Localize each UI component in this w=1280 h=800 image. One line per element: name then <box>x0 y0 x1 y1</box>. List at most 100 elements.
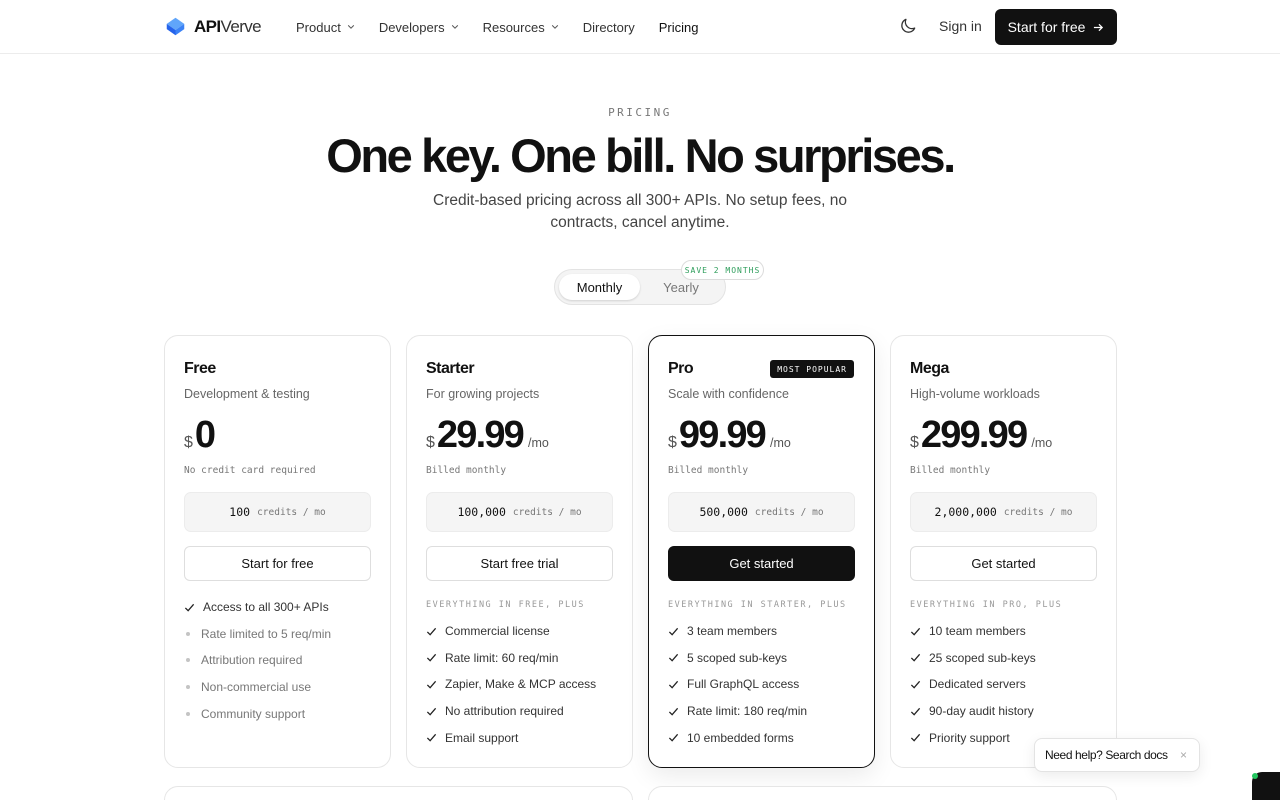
check-icon <box>426 707 437 716</box>
check-icon <box>910 627 921 636</box>
plan-card-mega: Mega High-volume workloads $ 299.99 /mo … <box>890 335 1117 768</box>
nav-item-directory[interactable]: Directory <box>583 20 635 35</box>
logo-icon <box>166 17 185 36</box>
plan-description: Development & testing <box>184 387 310 401</box>
credits-unit: credits / mo <box>512 506 582 518</box>
lower-card-left <box>164 786 633 800</box>
check-icon <box>426 734 437 742</box>
nav-links: Product Developers Resources Directory P… <box>296 0 722 54</box>
arrow-right-icon <box>1094 23 1104 31</box>
currency-symbol: $ <box>184 434 193 451</box>
feature-item: Access to all 300+ APIs <box>184 594 331 621</box>
plan-includes-label: EVERYTHING IN STARTER, PLUS <box>668 600 847 610</box>
plan-name: Pro <box>668 360 694 377</box>
feature-text: 90-day audit history <box>929 704 1034 719</box>
toggle-monthly[interactable]: Monthly <box>559 274 640 300</box>
feature-text: Priority support <box>929 730 1010 745</box>
check-icon <box>668 627 679 636</box>
feature-text: Commercial license <box>445 624 550 639</box>
price: $ 299.99 /mo <box>910 414 1052 457</box>
currency-symbol: $ <box>910 434 919 451</box>
feature-list: Access to all 300+ APIs Rate limited to … <box>184 594 331 727</box>
plan-name: Free <box>184 360 216 377</box>
feature-item: No attribution required <box>426 698 596 725</box>
close-icon[interactable]: × <box>1180 748 1187 762</box>
brand-name-light: Verve <box>220 16 262 36</box>
top-nav: APIVerve Product Developers Resources Di… <box>0 0 1280 54</box>
price-amount: 0 <box>194 414 216 456</box>
brand-name: APIVerve <box>194 16 262 37</box>
check-icon <box>668 734 679 742</box>
feature-text: Zapier, Make & MCP access <box>445 677 597 692</box>
feature-text: No attribution required <box>445 704 564 719</box>
help-search-pill[interactable]: Need help? Search docs × <box>1034 738 1200 772</box>
currency-symbol: $ <box>668 434 677 451</box>
credits-amount: 100,000 <box>457 505 506 519</box>
start-for-free-button[interactable]: Start for free <box>184 546 371 581</box>
start-free-trial-button[interactable]: Start free trial <box>426 546 613 581</box>
check-icon <box>668 680 679 689</box>
sign-in-link[interactable]: Sign in <box>939 18 982 34</box>
feature-list: 10 team members 25 scoped sub-keys Dedic… <box>910 618 1036 751</box>
feature-list: Commercial license Rate limit: 60 req/mi… <box>426 618 596 751</box>
price-period: /mo <box>528 436 549 450</box>
check-icon <box>426 654 437 663</box>
feature-item: Attribution required <box>184 647 331 674</box>
feature-item: Zapier, Make & MCP access <box>426 671 596 698</box>
page-subtitle: Credit-based pricing across all 300+ API… <box>433 192 847 231</box>
credits-amount: 100 <box>229 505 251 519</box>
plan-description: Scale with confidence <box>668 387 789 401</box>
get-started-button[interactable]: Get started <box>910 546 1097 581</box>
feature-text: Non-commercial use <box>201 680 312 695</box>
check-icon <box>910 654 921 663</box>
nav-item-developers[interactable]: Developers <box>379 20 459 35</box>
check-icon <box>668 707 679 716</box>
chevron-down-icon <box>551 25 558 29</box>
brand-name-bold: API <box>194 16 221 36</box>
feature-list: 3 team members 5 scoped sub-keys Full Gr… <box>668 618 807 751</box>
feature-item: 5 scoped sub-keys <box>668 645 807 672</box>
feature-item: 25 scoped sub-keys <box>910 645 1036 672</box>
nav-item-resources[interactable]: Resources <box>483 20 559 35</box>
price-amount: 29.99 <box>436 414 525 456</box>
moon-icon[interactable] <box>898 16 918 36</box>
get-started-button[interactable]: Get started <box>668 546 855 581</box>
feature-text: Community support <box>201 706 306 721</box>
plan-card-starter: Starter For growing projects $ 29.99 /mo… <box>406 335 633 768</box>
check-icon <box>910 707 921 716</box>
save-badge: SAVE 2 MONTHS <box>681 260 764 280</box>
bullet-icon <box>186 658 190 663</box>
nav-item-pricing[interactable]: Pricing <box>659 20 699 35</box>
start-free-label: Start for free <box>1007 19 1086 35</box>
most-popular-badge: MOST POPULAR <box>770 360 854 378</box>
feature-item: Priority support <box>910 724 1036 751</box>
feature-text: 10 embedded forms <box>687 730 794 745</box>
brand-logo[interactable]: APIVerve <box>165 16 262 37</box>
bullet-icon <box>186 631 190 636</box>
feature-item: Rate limited to 5 req/min <box>184 621 331 648</box>
bullet-icon <box>186 685 190 690</box>
feature-item: Full GraphQL access <box>668 671 807 698</box>
feature-text: 10 team members <box>929 624 1026 639</box>
plan-name: Mega <box>910 360 949 377</box>
lower-card-right <box>648 786 1117 800</box>
currency-symbol: $ <box>426 434 435 451</box>
nav-item-product[interactable]: Product <box>296 20 355 35</box>
billing-note: Billed monthly <box>668 465 749 476</box>
pricing-eyebrow: PRICING <box>608 106 672 119</box>
credits-box: 2,000,000 credits / mo <box>910 492 1097 532</box>
price-amount: 99.99 <box>678 414 767 456</box>
feature-text: Full GraphQL access <box>687 677 800 692</box>
plan-card-pro: Pro MOST POPULAR Scale with confidence $… <box>648 335 875 768</box>
credits-box: 500,000 credits / mo <box>668 492 855 532</box>
page-title: One key. One bill. No surprises. <box>326 129 956 182</box>
plan-card-free: Free Development & testing $ 0 No credit… <box>164 335 391 768</box>
check-icon <box>426 680 437 689</box>
feature-item: Dedicated servers <box>910 671 1036 698</box>
start-free-button[interactable]: Start for free <box>995 9 1117 45</box>
feature-item: 90-day audit history <box>910 698 1036 725</box>
credits-unit: credits / mo <box>1003 506 1073 518</box>
price: $ 29.99 /mo <box>426 414 549 457</box>
billing-note: Billed monthly <box>910 465 991 476</box>
price: $ 99.99 /mo <box>668 414 791 457</box>
